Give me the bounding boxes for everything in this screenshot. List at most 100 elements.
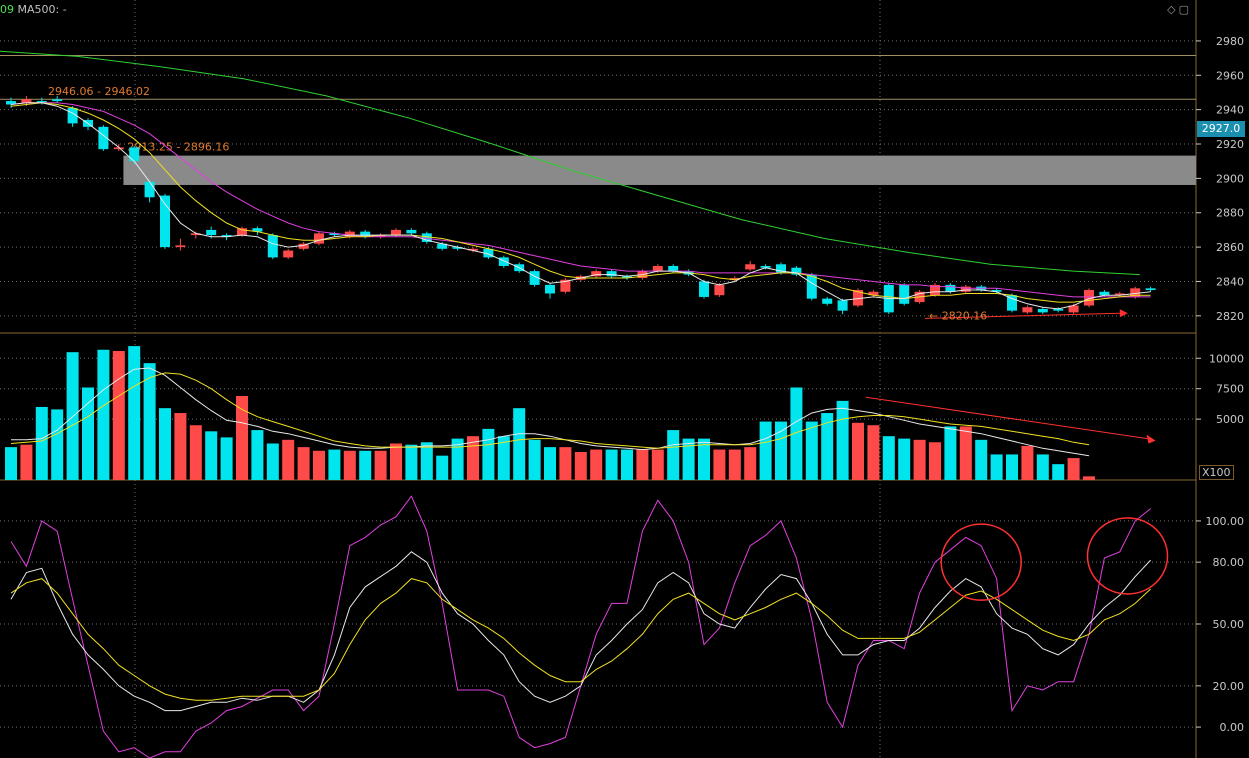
candle <box>83 118 93 131</box>
kdj-axis-tick-label: 0.00 <box>1220 721 1245 734</box>
candle-body <box>1037 308 1048 313</box>
kdj-pane[interactable] <box>10 495 1169 758</box>
volume-bar <box>97 349 110 480</box>
volume-bar <box>159 408 171 480</box>
volume-bar <box>759 421 772 480</box>
price-axis-tick-label: 2940 <box>1216 104 1244 117</box>
price-axis-tick-label: 2820 <box>1216 310 1244 323</box>
candle <box>960 284 971 294</box>
volume-bar <box>328 449 341 480</box>
volume-bar <box>174 413 187 480</box>
volume-pane[interactable] <box>5 346 1156 480</box>
volume-bar <box>805 421 818 480</box>
candle-body <box>714 284 725 296</box>
volume-bar <box>1036 454 1049 480</box>
volume-bar <box>297 447 310 480</box>
chart-background <box>0 0 1197 758</box>
volume-bar <box>405 444 418 480</box>
square-icon[interactable]: ▢ <box>1179 3 1192 16</box>
volume-bar <box>528 439 541 480</box>
volume-bar <box>359 450 372 480</box>
volume-bar <box>128 346 141 480</box>
candle-body <box>699 281 709 297</box>
candle <box>406 228 417 236</box>
volume-bar <box>513 408 526 480</box>
candle-body <box>745 264 756 270</box>
candle-body <box>899 284 910 304</box>
candle-body <box>960 286 971 292</box>
candle-body <box>837 300 848 311</box>
volume-bar <box>882 436 895 480</box>
volume-bar <box>1067 458 1080 480</box>
candle-body <box>175 245 186 248</box>
volume-bar <box>898 438 911 480</box>
volume-bar <box>251 430 264 480</box>
candle <box>899 283 910 306</box>
ma500-label: MA500: - <box>17 3 67 16</box>
volume-axis-tick-label: 7500 <box>1216 383 1244 396</box>
volume-bar <box>682 438 695 480</box>
volume-bar <box>5 447 17 480</box>
candle-body <box>668 265 679 272</box>
price-axis-tick-label: 2860 <box>1216 241 1244 254</box>
price-axis-tick-label: 2900 <box>1216 172 1244 185</box>
ma-fast-line <box>10 102 1151 310</box>
volume-axis-tick-label: 5000 <box>1216 413 1244 426</box>
ma-mid-line <box>10 102 1151 303</box>
volume-bar <box>728 449 741 480</box>
volume-bar <box>374 450 387 480</box>
volume-bar <box>51 409 64 480</box>
low-label: ← 2820.16 <box>929 310 987 323</box>
candle-body <box>391 229 401 236</box>
volume-bar <box>667 430 680 480</box>
volume-bar <box>713 449 726 480</box>
header-number: 09 <box>0 3 14 16</box>
candle <box>1145 286 1156 292</box>
volume-bar <box>1006 454 1018 480</box>
volume-bar <box>343 450 356 480</box>
candle-body <box>144 181 155 198</box>
candle <box>160 193 170 249</box>
volume-bar <box>390 443 402 480</box>
volume-bar <box>1083 476 1095 480</box>
candle <box>822 296 833 306</box>
volume-bar <box>913 439 926 480</box>
candle-body <box>129 147 140 162</box>
volume-bar <box>744 447 757 480</box>
price-axis-tick-label: 2960 <box>1216 69 1244 82</box>
volume-unit-label: X100 <box>1199 465 1234 480</box>
candle <box>267 233 278 260</box>
zone1-label: 2946.06 - 2946.02 <box>48 85 150 98</box>
volume-bar <box>929 442 941 480</box>
panel-icons[interactable]: ◇▢ <box>1167 3 1192 16</box>
volume-bar <box>959 426 972 480</box>
volume-bar <box>775 421 787 480</box>
kdj-axis-tick-label: 20.00 <box>1213 680 1245 693</box>
candle-body <box>606 271 617 277</box>
ma-slow-line <box>10 102 1151 298</box>
volume-bar <box>836 400 849 480</box>
candle-body <box>206 229 217 236</box>
candle-body <box>283 250 294 258</box>
candle-body <box>406 229 417 234</box>
kdj-axis-tick-label: 80.00 <box>1213 556 1245 569</box>
volume-bar <box>236 396 248 480</box>
candle-body <box>1099 291 1110 296</box>
volume-bar <box>651 449 664 480</box>
highlight-circle <box>1086 517 1169 595</box>
price-axis-tick-label: 2980 <box>1216 35 1244 48</box>
volume-bar <box>313 450 325 480</box>
volume-bar <box>189 425 202 480</box>
volume-trend-arrow <box>865 396 1148 440</box>
stock-chart[interactable]: 2946.06 - 2946.022913.25 - 2896.16← 2820… <box>0 0 1249 758</box>
candle <box>745 260 756 272</box>
highlight-circle <box>940 523 1022 601</box>
volume-bar <box>20 444 33 480</box>
kdj-d-line <box>10 578 1151 701</box>
volume-bar <box>574 452 587 480</box>
volume-bar <box>621 449 633 480</box>
volume-bar <box>282 439 295 480</box>
candle-body <box>237 228 247 236</box>
price-axis-tick-label: 2920 <box>1216 138 1244 151</box>
diamond-icon[interactable]: ◇ <box>1167 3 1178 16</box>
